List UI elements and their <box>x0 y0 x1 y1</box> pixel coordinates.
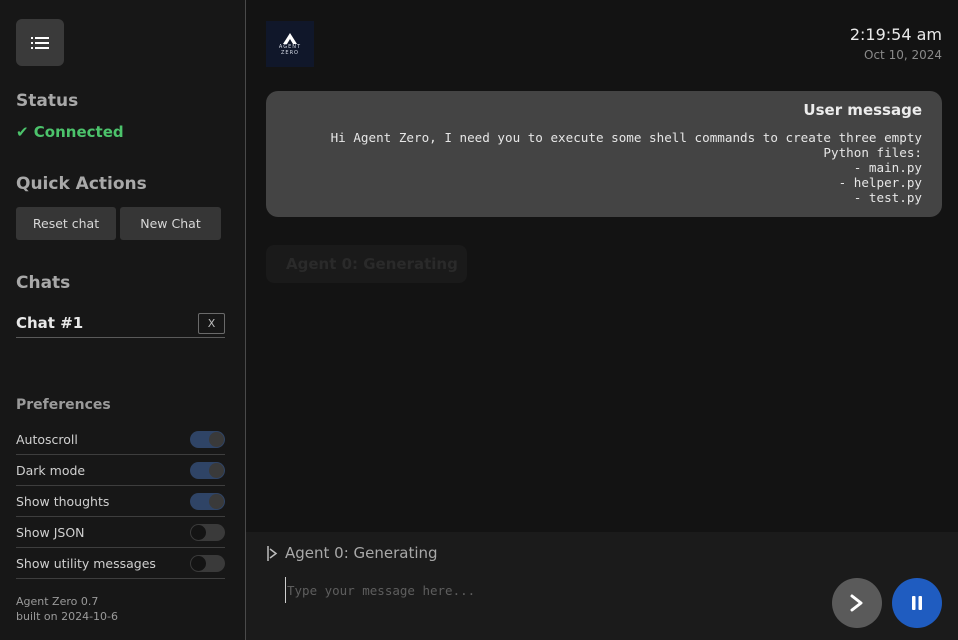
message-title: User message <box>803 101 922 119</box>
pref-label: Show utility messages <box>16 555 156 571</box>
pref-show-utility-messages: Show utility messages <box>16 548 225 579</box>
pref-label: Show thoughts <box>16 493 110 509</box>
toggle-knob <box>209 493 224 509</box>
version-info: Agent Zero 0.7 built on 2024-10-6 <box>16 594 118 624</box>
agent-generating-placeholder: Agent 0: Generating <box>266 245 467 283</box>
logo-text-line2: ZERO <box>281 49 299 56</box>
autoscroll-toggle[interactable] <box>190 430 225 448</box>
logo-triangle-icon <box>283 32 297 44</box>
chat-input[interactable] <box>285 577 825 603</box>
chat-list-item[interactable]: Chat #1 X <box>16 309 225 338</box>
new-chat-button[interactable]: New Chat <box>120 207 221 240</box>
close-chat-button[interactable]: X <box>198 312 225 334</box>
show-utility-messages-toggle[interactable] <box>190 554 225 572</box>
pause-button[interactable] <box>892 578 942 628</box>
pref-label: Autoscroll <box>16 431 78 447</box>
preferences-list: Autoscroll Dark mode Show thoughts Show … <box>16 424 225 579</box>
send-button[interactable] <box>832 578 882 628</box>
user-message: User message Hi Agent Zero, I need you t… <box>266 91 942 217</box>
pref-show-json: Show JSON <box>16 517 225 548</box>
pref-label: Show JSON <box>16 524 85 540</box>
pref-dark-mode: Dark mode <box>16 455 225 486</box>
menu-icon <box>31 36 49 49</box>
quick-actions: Reset chat New Chat <box>16 207 221 240</box>
build-date: built on 2024-10-6 <box>16 610 119 623</box>
agent-zero-logo: AGENT ZERO <box>266 21 314 67</box>
send-arrow-icon <box>850 594 863 612</box>
clock-date: Oct 10, 2024 <box>864 48 942 62</box>
toggle-knob <box>191 524 206 540</box>
show-thoughts-toggle[interactable] <box>190 492 225 510</box>
toggle-knob <box>191 555 206 571</box>
chats-heading: Chats <box>16 273 71 293</box>
pref-label: Dark mode <box>16 462 86 478</box>
show-json-toggle[interactable] <box>190 523 225 541</box>
chat-name: Chat #1 <box>16 314 84 332</box>
sidebar: Status ✔ Connected Quick Actions Reset c… <box>0 0 246 640</box>
clock-time: 2:19:54 am <box>849 25 942 44</box>
version-label: Agent Zero 0.7 <box>16 595 99 608</box>
connection-status: ✔ Connected <box>16 123 124 141</box>
message-body: Hi Agent Zero, I need you to execute som… <box>330 130 922 205</box>
caret-right-icon <box>267 545 278 561</box>
pref-autoscroll: Autoscroll <box>16 424 225 455</box>
quick-actions-heading: Quick Actions <box>16 174 147 194</box>
toggle-knob <box>209 462 224 478</box>
reset-chat-button[interactable]: Reset chat <box>16 207 116 240</box>
pref-show-thoughts: Show thoughts <box>16 486 225 517</box>
progress-bar: Agent 0: Generating <box>267 544 438 562</box>
chat-main: AGENT ZERO 2:19:54 am Oct 10, 2024 User … <box>246 0 958 640</box>
menu-toggle-button[interactable] <box>16 19 64 66</box>
toggle-knob <box>209 431 224 447</box>
status-heading: Status <box>16 91 79 111</box>
dark-mode-toggle[interactable] <box>190 461 225 479</box>
app-root: Status ✔ Connected Quick Actions Reset c… <box>0 0 958 640</box>
input-area: Agent 0: Generating <box>246 532 958 640</box>
progress-text: Agent 0: Generating <box>285 544 438 562</box>
pause-icon <box>912 596 922 610</box>
preferences-heading: Preferences <box>16 397 111 413</box>
